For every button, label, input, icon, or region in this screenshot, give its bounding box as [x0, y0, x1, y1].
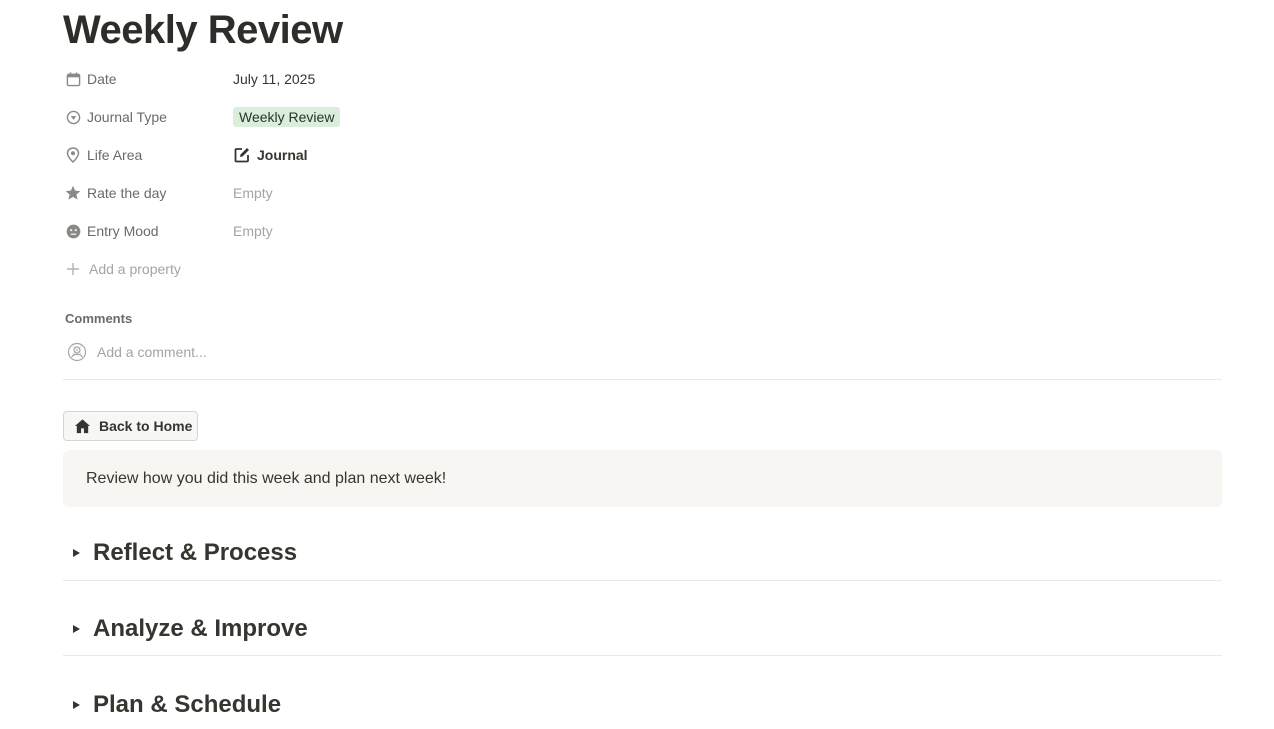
property-life-area[interactable]: Life Area Journal	[63, 140, 663, 170]
back-to-home-button[interactable]: Back to Home	[63, 411, 198, 441]
property-entry-mood[interactable]: Entry Mood Empty	[63, 216, 663, 246]
date-value[interactable]: July 11, 2025	[233, 71, 315, 87]
back-to-home-label: Back to Home	[99, 418, 193, 434]
property-key-rate-the-day[interactable]: Rate the day	[63, 185, 233, 201]
life-area-label[interactable]: Journal	[257, 147, 308, 163]
journal-type-value[interactable]: Weekly Review	[233, 107, 341, 127]
comment-placeholder[interactable]: Add a comment...	[97, 344, 207, 360]
toggle-analyze-improve[interactable]: Analyze & Improve	[63, 609, 1222, 649]
add-property-button[interactable]: Add a property	[63, 254, 663, 284]
callout-text[interactable]: Review how you did this week and plan ne…	[86, 470, 446, 488]
comments-heading: Comments	[65, 311, 133, 326]
toggle-reflect-process[interactable]: Reflect & Process	[63, 533, 1222, 573]
toggle-plan-schedule[interactable]: Plan & Schedule	[63, 685, 1222, 725]
location-pin-icon	[65, 147, 81, 163]
comment-input[interactable]: Add a comment...	[67, 341, 207, 363]
select-icon	[65, 109, 81, 125]
toggle-divider	[63, 655, 1222, 656]
plus-icon	[65, 261, 81, 277]
property-key-date[interactable]: Date	[63, 71, 233, 87]
toggle-divider	[63, 580, 1222, 581]
home-icon	[74, 418, 91, 435]
add-property[interactable]: Add a property	[63, 261, 233, 277]
property-key-entry-mood[interactable]: Entry Mood	[63, 223, 233, 239]
property-key-label: Life Area	[87, 147, 143, 163]
property-key-label: Rate the day	[87, 185, 167, 201]
property-key-life-area[interactable]: Life Area	[63, 147, 233, 163]
toggle-heading[interactable]: Plan & Schedule	[93, 691, 281, 719]
properties-divider	[63, 379, 1222, 380]
avatar-icon	[67, 342, 87, 362]
property-date[interactable]: Date July 11, 2025	[63, 64, 663, 94]
journal-type-tag[interactable]: Weekly Review	[233, 107, 341, 127]
add-property-label: Add a property	[89, 261, 181, 277]
toggle-triangle-icon[interactable]	[63, 624, 93, 634]
star-icon	[65, 185, 81, 201]
rate-the-day-value[interactable]: Empty	[233, 185, 273, 201]
callout-block[interactable]: Review how you did this week and plan ne…	[63, 450, 1222, 507]
entry-mood-value[interactable]: Empty	[233, 223, 273, 239]
life-area-relation[interactable]: Journal	[233, 146, 308, 164]
toggle-heading[interactable]: Analyze & Improve	[93, 615, 308, 643]
property-rate-the-day[interactable]: Rate the day Empty	[63, 178, 663, 208]
property-key-journal-type[interactable]: Journal Type	[63, 109, 233, 125]
property-key-label: Entry Mood	[87, 223, 159, 239]
toggle-triangle-icon[interactable]	[63, 700, 93, 710]
page-title[interactable]: Weekly Review	[63, 8, 343, 53]
toggle-triangle-icon[interactable]	[63, 548, 93, 558]
property-journal-type[interactable]: Journal Type Weekly Review	[63, 102, 663, 132]
toggle-heading[interactable]: Reflect & Process	[93, 539, 297, 567]
mood-face-icon	[65, 223, 81, 239]
calendar-icon	[65, 71, 81, 87]
property-key-label: Date	[87, 71, 117, 87]
property-key-label: Journal Type	[87, 109, 167, 125]
edit-note-icon	[233, 146, 251, 164]
